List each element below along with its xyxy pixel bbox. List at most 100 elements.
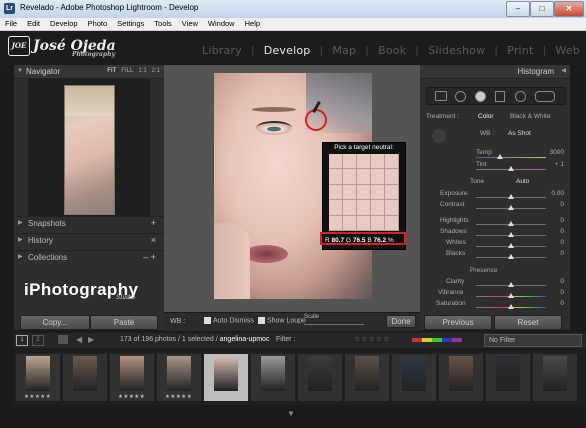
menu-tools[interactable]: Tools: [149, 18, 177, 30]
wb-dropdown[interactable]: As Shot: [508, 130, 531, 137]
module-web[interactable]: Web: [555, 44, 580, 57]
spot-removal-icon[interactable]: [455, 91, 466, 102]
filmstrip-thumb[interactable]: [439, 354, 483, 401]
forward-arrow-icon[interactable]: ▶: [88, 335, 94, 344]
white-balance-dropper-icon[interactable]: [305, 109, 327, 131]
contrast-value[interactable]: 0: [544, 201, 564, 208]
add-snapshot-icon[interactable]: +: [151, 217, 156, 230]
clarity-value[interactable]: 0: [544, 278, 564, 285]
treatment-color[interactable]: Color: [478, 113, 494, 120]
tone-auto-button[interactable]: Auto: [516, 178, 529, 185]
auto-dismiss-checkbox[interactable]: Auto Dismiss: [204, 317, 254, 324]
scale-slider[interactable]: [304, 324, 364, 325]
filmstrip-thumb[interactable]: [345, 354, 389, 401]
zoom-1-1[interactable]: 1:1: [138, 68, 146, 74]
previous-button[interactable]: Previous: [424, 315, 492, 330]
temp-value[interactable]: 3000: [544, 149, 564, 156]
primary-window-button[interactable]: 1: [16, 335, 28, 346]
vibrance-knob[interactable]: [508, 293, 514, 298]
highlights-value[interactable]: 0: [544, 217, 564, 224]
history-section[interactable]: ▶ History ×: [14, 233, 164, 246]
menu-photo[interactable]: Photo: [83, 18, 113, 30]
filmstrip-thumb[interactable]: ★★★★★: [157, 354, 201, 401]
temp-knob[interactable]: [497, 154, 503, 159]
zoom-2-1[interactable]: 2:1: [152, 68, 160, 74]
filmstrip-collapse-arrow-icon[interactable]: ▼: [287, 409, 295, 418]
module-develop[interactable]: Develop: [264, 44, 311, 57]
filmstrip-thumb[interactable]: [486, 354, 530, 401]
exposure-knob[interactable]: [508, 194, 514, 199]
color-label-filter-icon[interactable]: [412, 338, 462, 342]
filmstrip-thumb[interactable]: ★★★★★: [16, 354, 60, 401]
snapshots-section[interactable]: ▶ Snapshots +: [14, 216, 164, 229]
filmstrip-thumb[interactable]: [63, 354, 107, 401]
blacks-value[interactable]: 0: [544, 250, 564, 257]
menu-file[interactable]: File: [0, 18, 22, 30]
tint-value[interactable]: + 1: [544, 161, 564, 168]
identity-plate-logo[interactable]: JOE José Ojeda Photography: [8, 36, 116, 58]
temp-slider[interactable]: [476, 157, 546, 158]
wb-selector-icon[interactable]: [432, 129, 446, 143]
highlights-knob[interactable]: [508, 221, 514, 226]
shadows-value[interactable]: 0: [544, 228, 564, 235]
module-print[interactable]: Print: [507, 44, 533, 57]
filmstrip-thumb-selected[interactable]: [204, 354, 248, 401]
tint-knob[interactable]: [508, 166, 514, 171]
menu-develop[interactable]: Develop: [45, 18, 83, 30]
star-filter-icon[interactable]: ☆☆☆☆☆: [354, 335, 390, 343]
radial-filter-icon[interactable]: [515, 91, 526, 102]
menu-settings[interactable]: Settings: [112, 18, 149, 30]
collections-section[interactable]: ▶ Collections – +: [14, 250, 164, 263]
graduated-filter-icon[interactable]: [495, 91, 505, 102]
filter-dropdown[interactable]: No Filter: [484, 334, 582, 347]
secondary-window-button[interactable]: 2: [32, 335, 44, 346]
vibrance-value[interactable]: 0: [544, 289, 564, 296]
filmstrip-thumb[interactable]: [392, 354, 436, 401]
module-book[interactable]: Book: [378, 44, 406, 57]
menu-window[interactable]: Window: [203, 18, 240, 30]
treatment-bw[interactable]: Black & White: [510, 113, 550, 120]
clarity-knob[interactable]: [508, 282, 514, 287]
contrast-knob[interactable]: [508, 205, 514, 210]
back-arrow-icon[interactable]: ◀: [76, 335, 82, 344]
filmstrip-thumb[interactable]: [533, 354, 577, 401]
paste-button[interactable]: Paste: [90, 315, 158, 330]
maximize-button[interactable]: □: [530, 1, 554, 17]
copy-button[interactable]: Copy...: [20, 315, 90, 330]
close-button[interactable]: ✕: [554, 1, 584, 17]
clear-history-icon[interactable]: ×: [151, 234, 156, 247]
saturation-value[interactable]: 0: [544, 300, 564, 307]
filmstrip-thumb[interactable]: [298, 354, 342, 401]
highlights-label: Highlights: [440, 217, 469, 224]
exposure-value[interactable]: 0.00: [544, 190, 564, 197]
module-slideshow[interactable]: Slideshow: [428, 44, 485, 57]
navigator-preview[interactable]: [28, 79, 150, 219]
module-map[interactable]: Map: [332, 44, 356, 57]
whites-knob[interactable]: [508, 243, 514, 248]
zoom-fit[interactable]: FIT: [107, 68, 116, 74]
menu-edit[interactable]: Edit: [22, 18, 45, 30]
reset-button[interactable]: Reset: [494, 315, 562, 330]
saturation-knob[interactable]: [508, 304, 514, 309]
red-eye-icon[interactable]: [475, 91, 486, 102]
crop-tool-icon[interactable]: [435, 91, 447, 101]
done-button[interactable]: Done: [386, 315, 416, 328]
shadows-knob[interactable]: [508, 232, 514, 237]
zoom-fill[interactable]: FILL: [121, 68, 133, 74]
blacks-knob[interactable]: [508, 254, 514, 259]
filmstrip-thumb[interactable]: [251, 354, 295, 401]
menu-help[interactable]: Help: [240, 18, 265, 30]
collapse-triangle-icon[interactable]: ◀: [561, 65, 566, 78]
whites-value[interactable]: 0: [544, 239, 564, 246]
minimize-button[interactable]: –: [506, 1, 530, 17]
navigator-header[interactable]: ▼ Navigator FIT FILL 1:1 2:1: [14, 65, 164, 79]
collapse-triangle-icon[interactable]: ▼: [17, 65, 23, 78]
histogram-header[interactable]: Histogram ◀: [420, 65, 570, 79]
adjustment-brush-icon[interactable]: [535, 91, 555, 102]
module-library[interactable]: Library: [202, 44, 242, 57]
menu-view[interactable]: View: [177, 18, 203, 30]
grid-view-icon[interactable]: [58, 335, 68, 344]
filmstrip-thumb[interactable]: ★★★★★: [110, 354, 154, 401]
show-loupe-checkbox[interactable]: Show Loupe: [258, 317, 306, 324]
collections-controls-icon[interactable]: – +: [143, 251, 156, 264]
